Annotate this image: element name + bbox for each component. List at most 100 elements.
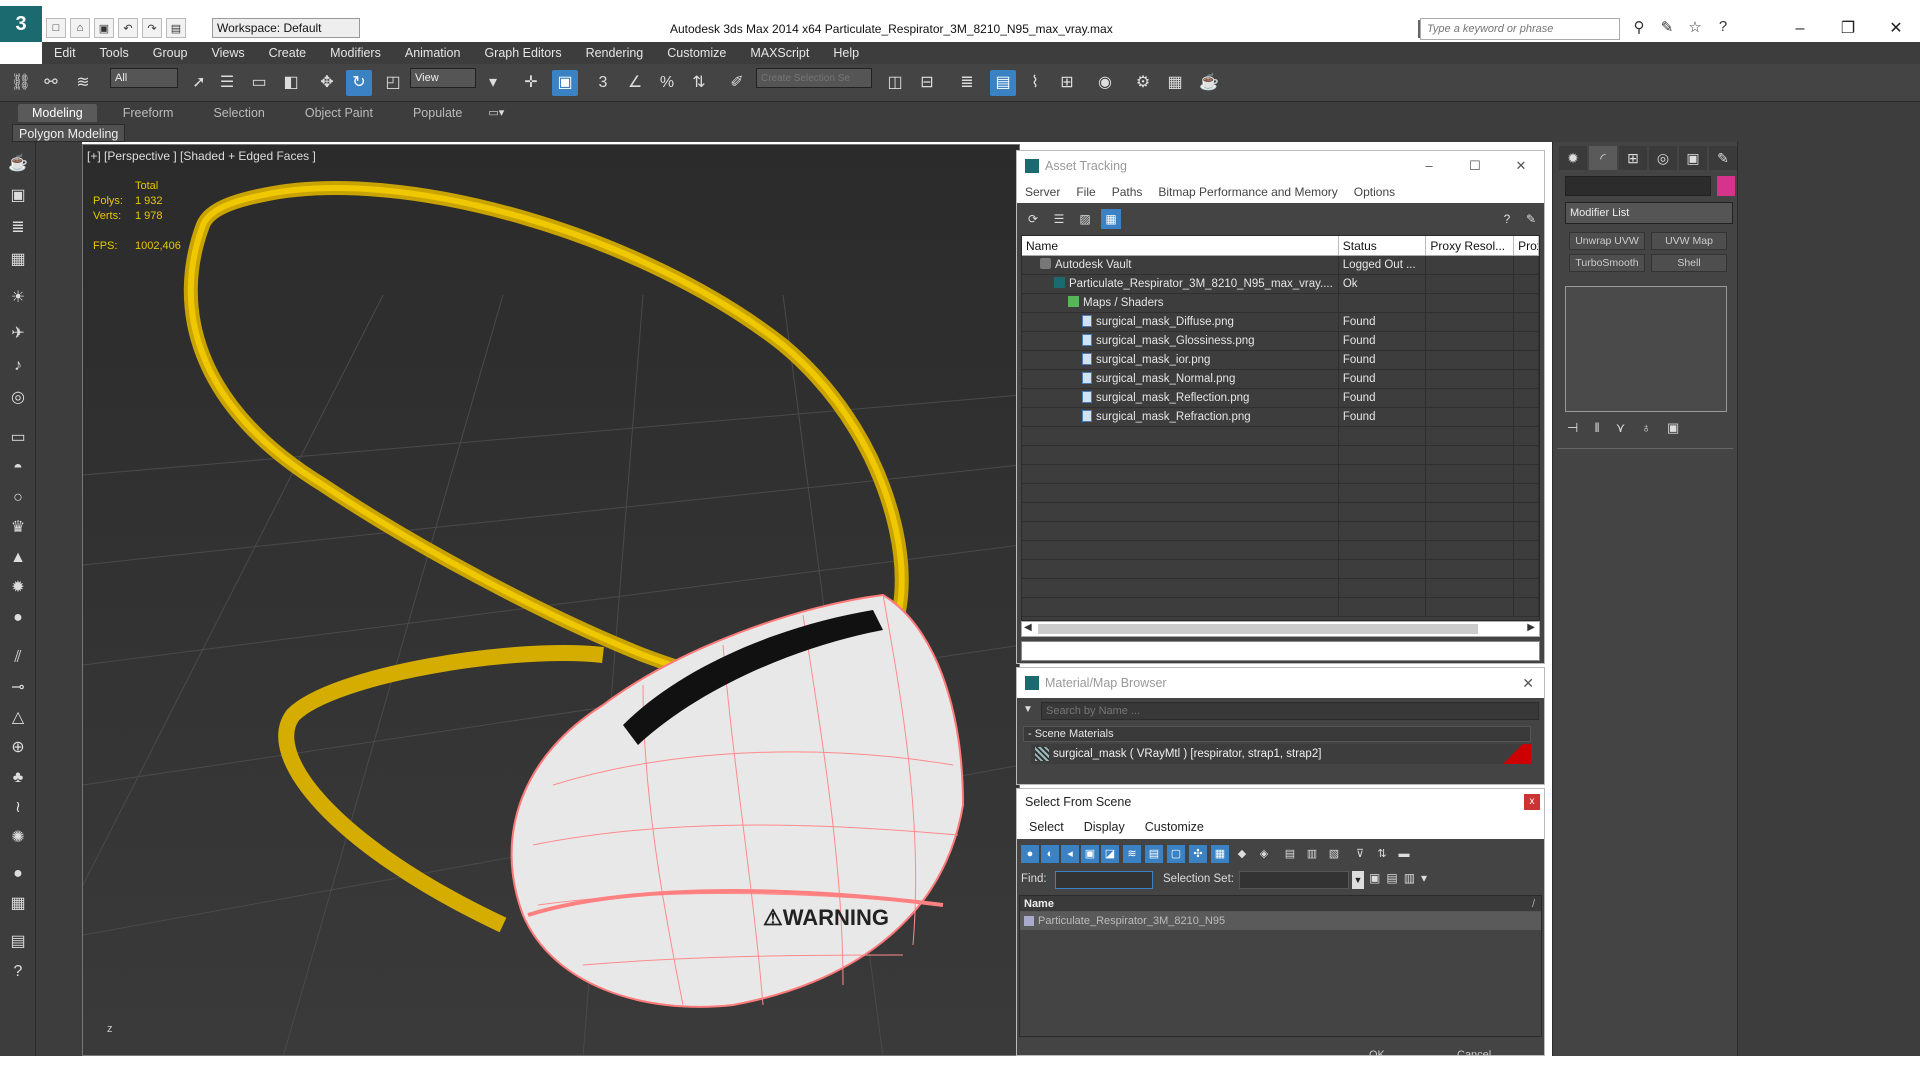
tools-icon[interactable]: ✎ — [1656, 18, 1678, 40]
selection-filter-dropdown[interactable]: All — [110, 68, 178, 88]
teapot-icon[interactable]: ☕ — [6, 152, 30, 176]
table-row[interactable]: surgical_mask_Reflection.png Found — [1022, 389, 1539, 408]
box-icon[interactable]: ▭ — [6, 426, 30, 450]
filter-icon[interactable]: ⊽ — [1351, 845, 1369, 863]
menu-create[interactable]: Create — [269, 46, 307, 60]
lights-filter-icon[interactable]: ◂ — [1061, 845, 1079, 863]
shell-button[interactable]: Shell — [1651, 254, 1727, 272]
pin-stack-icon[interactable]: ⊣ — [1567, 420, 1578, 436]
motion-tab-icon[interactable]: ◎ — [1649, 146, 1677, 170]
table-row[interactable]: surgical_mask_Diffuse.png Found — [1022, 313, 1539, 332]
material-item[interactable]: surgical_mask ( VRayMtl ) [respirator, s… — [1031, 744, 1531, 764]
dropdown-arrow-icon[interactable]: ▾ — [1421, 871, 1427, 885]
select-manipulate-icon[interactable]: ✛ — [518, 70, 544, 96]
sphere-icon[interactable]: ○ — [6, 486, 30, 510]
utilities-tab-icon[interactable]: ✎ — [1709, 146, 1737, 170]
configure-sets-icon[interactable]: ▣ — [1667, 420, 1679, 436]
angle-snap-icon[interactable]: ∠ — [622, 70, 648, 96]
snaps-toggle-icon[interactable]: 3 — [590, 70, 616, 96]
disc-icon[interactable]: ● — [6, 606, 30, 630]
mirror-icon[interactable]: ◫ — [882, 70, 908, 96]
reference-coordinate-dropdown[interactable]: View — [410, 68, 476, 88]
info-icon[interactable]: ? — [6, 960, 30, 984]
render-setup-icon[interactable]: ⚙ — [1130, 70, 1156, 96]
crown-icon[interactable]: ♛ — [6, 516, 30, 540]
curve-editor-icon[interactable]: ⌇ — [1022, 70, 1048, 96]
hair-icon[interactable]: ≀ — [6, 796, 30, 820]
modifier-list-dropdown[interactable]: Modifier List — [1565, 202, 1733, 224]
asset-menu-server[interactable]: Server — [1025, 185, 1060, 199]
cameras-filter-icon[interactable]: ▣ — [1081, 845, 1099, 863]
keyword-search-box[interactable] — [1420, 18, 1620, 40]
menu-modifiers[interactable]: Modifiers — [330, 46, 381, 60]
browser-options-icon[interactable]: ▼ — [1023, 704, 1033, 715]
lightbulb-icon[interactable]: ☀ — [6, 286, 30, 310]
menu-select[interactable]: Select — [1029, 820, 1064, 834]
asset-menu-file[interactable]: File — [1076, 185, 1095, 199]
tab-populate[interactable]: Populate — [399, 104, 476, 122]
display-none-icon[interactable]: ▥ — [1303, 845, 1321, 863]
asset-path-field[interactable] — [1021, 641, 1540, 661]
menu-help[interactable]: Help — [833, 46, 859, 60]
hidden-filter-icon[interactable]: ◈ — [1255, 845, 1273, 863]
xrefs-filter-icon[interactable]: ▢ — [1167, 845, 1185, 863]
viewport-label[interactable]: [+] [Perspective ] [Shaded + Edged Faces… — [87, 149, 316, 163]
align-icon[interactable]: ⊟ — [914, 70, 940, 96]
material-browser-title[interactable]: Material/Map Browser — [1017, 668, 1544, 698]
open-file-icon[interactable]: ⌂ — [70, 18, 90, 38]
object-list-header[interactable]: Name / — [1020, 896, 1541, 912]
help-icon[interactable]: ? — [1712, 18, 1734, 40]
keyword-search-input[interactable] — [1421, 19, 1619, 39]
column-proxy-resolution[interactable]: Proxy Resol... — [1426, 236, 1515, 255]
column-options-icon[interactable]: ▬ — [1395, 845, 1413, 863]
undo-icon[interactable]: ↶ — [118, 18, 138, 38]
make-unique-icon[interactable]: ⋎ — [1616, 420, 1626, 436]
sound-icon[interactable]: ♪ — [6, 354, 30, 378]
menu-customize[interactable]: Customize — [667, 46, 726, 60]
select-object-icon[interactable]: ➚ — [186, 70, 212, 96]
menu-edit[interactable]: Edit — [54, 46, 76, 60]
modifier-stack[interactable] — [1565, 286, 1727, 412]
named-selection-set-field[interactable] — [756, 68, 872, 88]
rotate-icon[interactable]: ↻ — [346, 70, 372, 96]
redo-icon[interactable]: ↷ — [142, 18, 162, 38]
object-name-field[interactable] — [1565, 176, 1711, 196]
ball-icon[interactable]: ● — [6, 862, 30, 886]
table-row[interactable]: surgical_mask_ior.png Found — [1022, 351, 1539, 370]
edit-named-selection-icon[interactable]: ✐ — [724, 70, 750, 96]
frozen-filter-icon[interactable]: ◆ — [1233, 845, 1251, 863]
asset-menu-paths[interactable]: Paths — [1112, 185, 1143, 199]
table-icon[interactable]: ▦ — [6, 892, 30, 916]
asset-menu-bitmap-performance[interactable]: Bitmap Performance and Memory — [1158, 185, 1337, 199]
keyboard-shortcut-override-icon[interactable]: ▣ — [552, 70, 578, 96]
sphere-half-icon[interactable]: ◓ — [6, 456, 30, 480]
project-folder-icon[interactable]: ▤ — [166, 18, 186, 38]
menu-animation[interactable]: Animation — [405, 46, 461, 60]
tab-object-paint[interactable]: Object Paint — [291, 104, 387, 122]
material-search-input[interactable] — [1042, 703, 1538, 719]
invert-display-icon[interactable]: ▧ — [1325, 845, 1343, 863]
bind-space-warp-icon[interactable]: ≋ — [70, 70, 96, 96]
unlink-icon[interactable]: ⚯ — [38, 70, 64, 96]
move-icon[interactable]: ✥ — [314, 70, 340, 96]
containers-filter-icon[interactable]: ▦ — [1211, 845, 1229, 863]
scroll-thumb[interactable] — [1038, 624, 1478, 634]
close-icon[interactable]: ✕ — [1498, 151, 1544, 181]
close-icon[interactable]: ✕ — [1872, 16, 1920, 42]
schematic-view-icon[interactable]: ⊞ — [1054, 70, 1080, 96]
sort-icon[interactable]: ⇅ — [1373, 845, 1391, 863]
remove-modifier-icon[interactable]: ♁ — [1641, 420, 1651, 436]
uvw-map-button[interactable]: UVW Map — [1651, 232, 1727, 250]
table-row[interactable]: Autodesk Vault Logged Out ... — [1022, 256, 1539, 275]
favorites-icon[interactable]: ☆ — [1684, 18, 1706, 40]
plant-icon[interactable]: ♣ — [6, 766, 30, 790]
save-icon[interactable]: ▣ — [94, 18, 114, 38]
list-view-icon[interactable]: ☰ — [1049, 209, 1069, 229]
table-row[interactable]: surgical_mask_Glossiness.png Found — [1022, 332, 1539, 351]
tab-modeling[interactable]: Modeling — [18, 104, 97, 122]
select-from-scene-title[interactable]: Select From Scene — [1017, 789, 1544, 815]
asset-menu-options[interactable]: Options — [1354, 185, 1395, 199]
restore-icon[interactable]: ❐ — [1824, 16, 1872, 42]
tab-selection[interactable]: Selection — [199, 104, 278, 122]
grid-icon[interactable]: ▦ — [6, 248, 30, 272]
